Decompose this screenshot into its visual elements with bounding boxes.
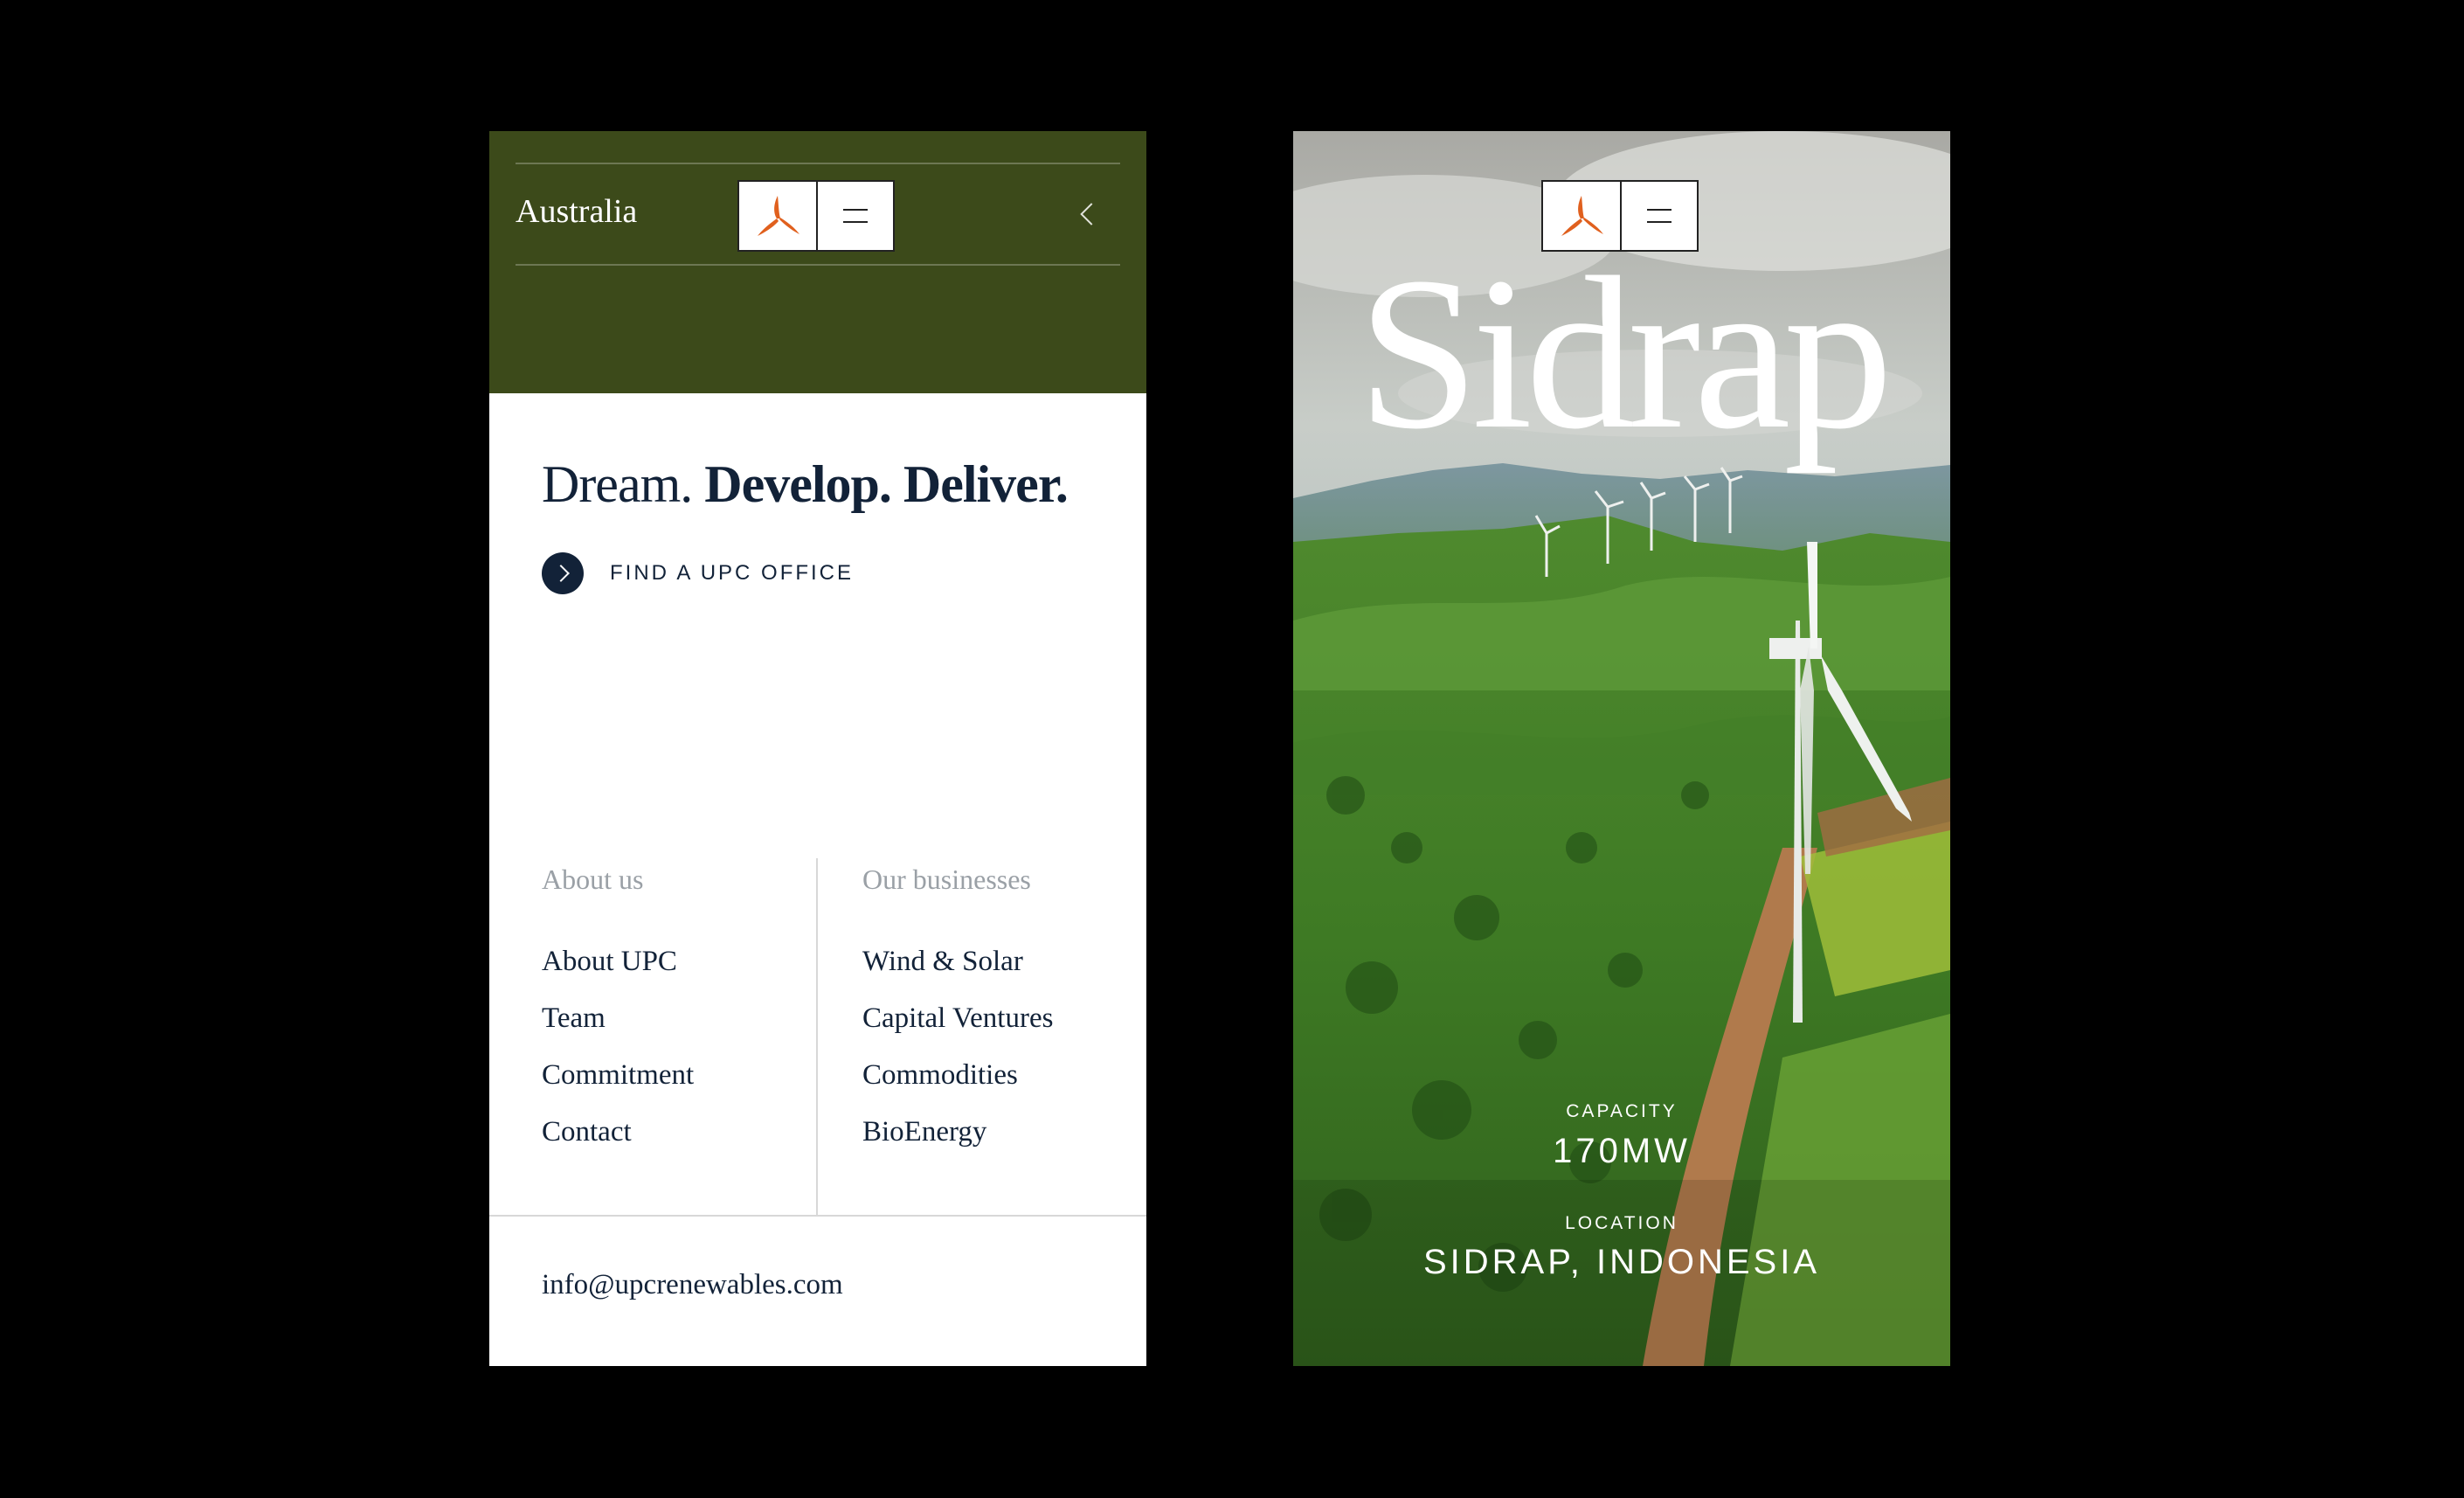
- find-office-label[interactable]: FIND A UPC OFFICE: [610, 561, 854, 586]
- capacity-label: CAPACITY: [1566, 1101, 1678, 1121]
- header-bottom-rule: [516, 264, 1120, 266]
- capacity-value: 170MW: [1553, 1132, 1691, 1170]
- about-column: About us About UPC Team Commitment Conta…: [542, 863, 694, 1165]
- menu-screen: Australia Dream. Develop. Deliver. FIND …: [489, 131, 1146, 1366]
- project-title: Sidrap: [1357, 232, 1893, 475]
- tagline-develop-deliver: Develop. Deliver.: [704, 455, 1069, 513]
- footer-divider: [489, 1215, 1146, 1217]
- menu-link-commodities[interactable]: Commodities: [862, 1051, 1053, 1108]
- businesses-heading: Our businesses: [862, 863, 1031, 895]
- menu-link-bioenergy[interactable]: BioEnergy: [862, 1108, 1053, 1165]
- email-link[interactable]: info@upcrenewables.com: [542, 1269, 843, 1301]
- header-top-rule: [516, 163, 1120, 164]
- menu-link-commitment[interactable]: Commitment: [542, 1051, 694, 1108]
- upc-logo-icon: [758, 196, 799, 236]
- hamburger-icon: [843, 209, 868, 223]
- menu-link-about-upc[interactable]: About UPC: [542, 938, 694, 995]
- menu-link-team[interactable]: Team: [542, 995, 694, 1051]
- hamburger-icon: [1647, 209, 1672, 223]
- column-divider: [816, 858, 818, 1215]
- header-bar: Australia: [489, 131, 1146, 393]
- region-selector[interactable]: Australia: [516, 192, 637, 231]
- menu-link-capital-ventures[interactable]: Capital Ventures: [862, 995, 1053, 1051]
- logo-menu-box: [737, 180, 895, 252]
- project-screen: Sidrap CAPACITY 170MW LOCATION SIDRAP, I…: [1293, 131, 1950, 1366]
- chevron-left-icon[interactable]: [1080, 203, 1103, 225]
- tagline: Dream. Develop. Deliver.: [542, 454, 1069, 515]
- menu-button[interactable]: [816, 182, 893, 250]
- menu-link-wind-solar[interactable]: Wind & Solar: [862, 938, 1053, 995]
- location-label: LOCATION: [1565, 1213, 1678, 1233]
- chevron-right-icon: [551, 565, 570, 582]
- businesses-column: Our businesses Wind & Solar Capital Vent…: [862, 863, 1053, 1165]
- logo-button[interactable]: [739, 182, 816, 250]
- find-office-link[interactable]: FIND A UPC OFFICE: [542, 552, 854, 594]
- find-office-button[interactable]: [542, 552, 584, 594]
- about-heading: About us: [542, 863, 644, 895]
- menu-link-contact[interactable]: Contact: [542, 1108, 694, 1165]
- location-value: SIDRAP, INDONESIA: [1422, 1243, 1821, 1281]
- tagline-dream: Dream.: [542, 455, 693, 513]
